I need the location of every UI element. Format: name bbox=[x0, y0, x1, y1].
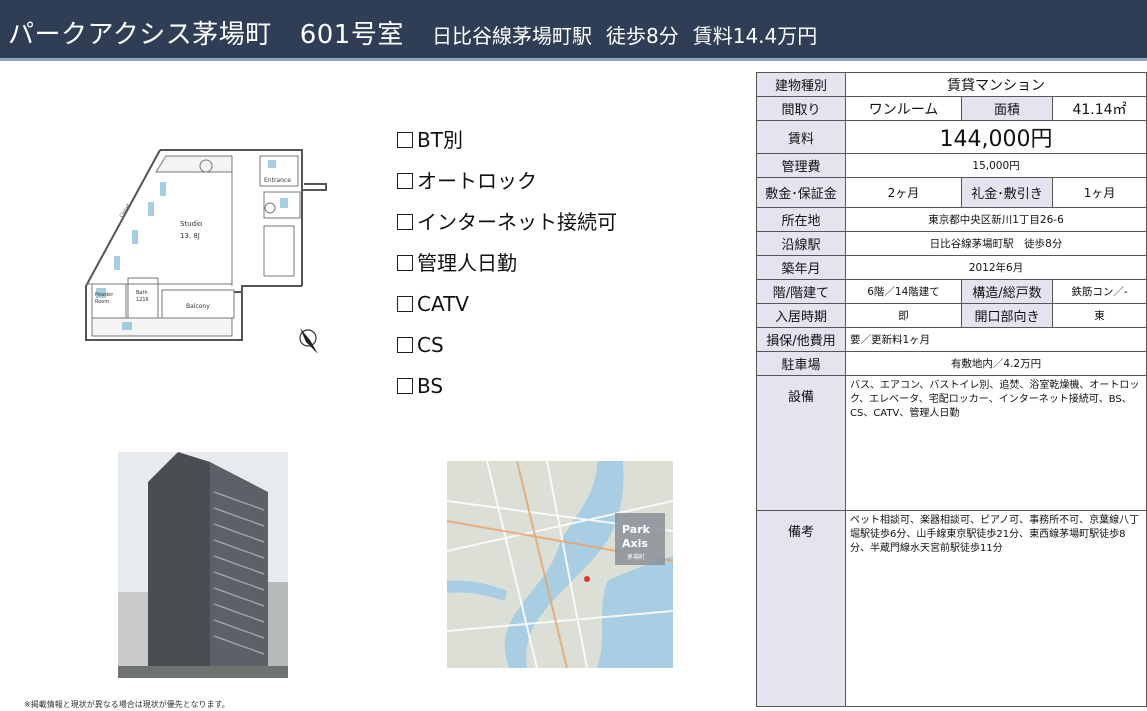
checkbox-icon bbox=[397, 173, 413, 189]
area-map: Park Axis 茅場町 bbox=[447, 461, 673, 668]
feature-label: BS bbox=[417, 374, 444, 398]
checkbox-icon bbox=[397, 132, 413, 148]
management-fee-value: 15,000円 bbox=[844, 153, 1147, 178]
map-logo-sub: 茅場町 bbox=[627, 553, 645, 561]
floor-label: 階/階建て bbox=[756, 279, 846, 304]
structure-value: 鉄筋コン／- bbox=[1051, 279, 1147, 304]
feature-item: CS bbox=[397, 331, 617, 372]
feature-item: BS bbox=[397, 372, 617, 413]
parking-value: 有敷地内／4.2万円 bbox=[844, 351, 1147, 376]
plan-powder-room: Room bbox=[95, 299, 109, 305]
footnote: ※掲載情報と現状が異なる場合は現状が優先となります。 bbox=[24, 700, 230, 709]
equipment-value: バス、エアコン、バストイレ別、追焚、浴室乾燥機、オートロック、エレベータ、宅配ロ… bbox=[844, 375, 1147, 511]
property-name: パークアクシス茅場町 bbox=[8, 20, 272, 50]
feature-label: CS bbox=[417, 333, 444, 357]
plan-balcony-label: Balcony bbox=[186, 303, 210, 310]
direction-label: 開口部向き bbox=[961, 303, 1053, 328]
checkbox-icon bbox=[397, 378, 413, 394]
checkbox-icon bbox=[397, 296, 413, 312]
plan-powder-label: Powder bbox=[95, 292, 114, 298]
layout-label: 間取り bbox=[756, 96, 846, 121]
address-label: 所在地 bbox=[756, 207, 846, 232]
building-type-label: 建物種別 bbox=[756, 72, 846, 97]
notes-value: ペット相談可、楽器相談可、ピアノ可、事務所不可、京葉線八丁堀駅徒歩6分、山手線東… bbox=[844, 510, 1147, 707]
layout-value: ワンルーム bbox=[845, 96, 962, 121]
plan-bath-size: 1216 bbox=[136, 297, 149, 303]
direction-value: 東 bbox=[1051, 303, 1147, 328]
rent-label: 賃料 bbox=[756, 120, 846, 154]
management-fee-label: 管理費 bbox=[756, 153, 846, 178]
notes-label: 備考 bbox=[756, 510, 846, 707]
insurance-label: 損保/他費用 bbox=[756, 327, 846, 352]
structure-label: 構造/総戸数 bbox=[961, 279, 1053, 304]
feature-label: 管理人日勤 bbox=[417, 251, 517, 275]
key-money-label: 礼金･敷引き bbox=[961, 177, 1053, 208]
feature-label: インターネット接続可 bbox=[417, 210, 617, 234]
floor-value: 6階／14階建て bbox=[845, 279, 962, 304]
built-value: 2012年6月 bbox=[844, 255, 1147, 280]
key-money-value: 1ヶ月 bbox=[1051, 177, 1147, 208]
built-label: 築年月 bbox=[756, 255, 846, 280]
building-photo bbox=[118, 452, 288, 678]
feature-item: CATV bbox=[397, 290, 617, 331]
building-type-value: 賃貸マンション bbox=[844, 72, 1147, 97]
parking-label: 駐車場 bbox=[756, 351, 846, 376]
insurance-value: 要／更新料1ヶ月 bbox=[844, 327, 1147, 352]
map-logo-axis: Axis bbox=[622, 537, 648, 550]
equipment-label: 設備 bbox=[756, 375, 846, 511]
move-in-value: 即 bbox=[845, 303, 962, 328]
feature-item: インターネット接続可 bbox=[397, 208, 617, 249]
map-logo-park: Park bbox=[622, 523, 651, 536]
feature-checklist: BT別 オートロック インターネット接続可 管理人日勤 CATV CS BS bbox=[397, 126, 617, 413]
header-walk: 徒歩8分 bbox=[606, 24, 679, 48]
area-label: 面積 bbox=[961, 96, 1053, 121]
plan-studio-label: Studio bbox=[180, 220, 202, 228]
feature-item: オートロック bbox=[397, 167, 617, 208]
header-bar: パークアクシス茅場町 601号室 日比谷線茅場町駅 徒歩8分 賃料14.4万円 bbox=[0, 0, 1147, 58]
rent-value: 144,000円 bbox=[844, 120, 1147, 154]
map-location-marker bbox=[584, 576, 590, 582]
header-summary: 日比谷線茅場町駅 徒歩8分 賃料14.4万円 bbox=[432, 20, 831, 49]
header-rent: 賃料14.4万円 bbox=[692, 24, 818, 48]
header-station: 日比谷線茅場町駅 bbox=[432, 24, 592, 48]
feature-label: CATV bbox=[417, 292, 469, 316]
line-label: 沿線駅 bbox=[756, 231, 846, 256]
header-underline bbox=[0, 58, 1147, 61]
line-value: 日比谷線茅場町駅 徒歩8分 bbox=[844, 231, 1147, 256]
north-arrow-icon bbox=[299, 328, 318, 354]
plan-closet-label: Closet bbox=[119, 203, 132, 219]
checkbox-icon bbox=[397, 214, 413, 230]
move-in-label: 入居時期 bbox=[756, 303, 846, 328]
property-title: パークアクシス茅場町 601号室 bbox=[8, 14, 404, 51]
feature-item: 管理人日勤 bbox=[397, 249, 617, 290]
address-value: 東京都中央区新川1丁目26-6 bbox=[844, 207, 1147, 232]
checkbox-icon bbox=[397, 255, 413, 271]
plan-entrance-label: Entrance bbox=[264, 177, 291, 184]
area-value: 41.14㎡ bbox=[1051, 96, 1147, 121]
feature-label: オートロック bbox=[417, 169, 537, 193]
feature-label: BT別 bbox=[417, 128, 463, 152]
plan-studio-size: 13. 8J bbox=[180, 232, 200, 240]
floor-plan: Entrance Studio 13. 8J Powder Room Bath … bbox=[85, 149, 327, 341]
deposit-value: 2ヶ月 bbox=[845, 177, 962, 208]
checkbox-icon bbox=[397, 337, 413, 353]
deposit-label: 敷金･保証金 bbox=[756, 177, 846, 208]
room-number: 601号室 bbox=[299, 20, 404, 50]
property-spec-table: 建物種別 賃貸マンション 間取り ワンルーム 面積 41.14㎡ 賃料 144,… bbox=[756, 72, 1147, 707]
feature-item: BT別 bbox=[397, 126, 617, 167]
plan-bath-label: Bath bbox=[136, 290, 148, 296]
